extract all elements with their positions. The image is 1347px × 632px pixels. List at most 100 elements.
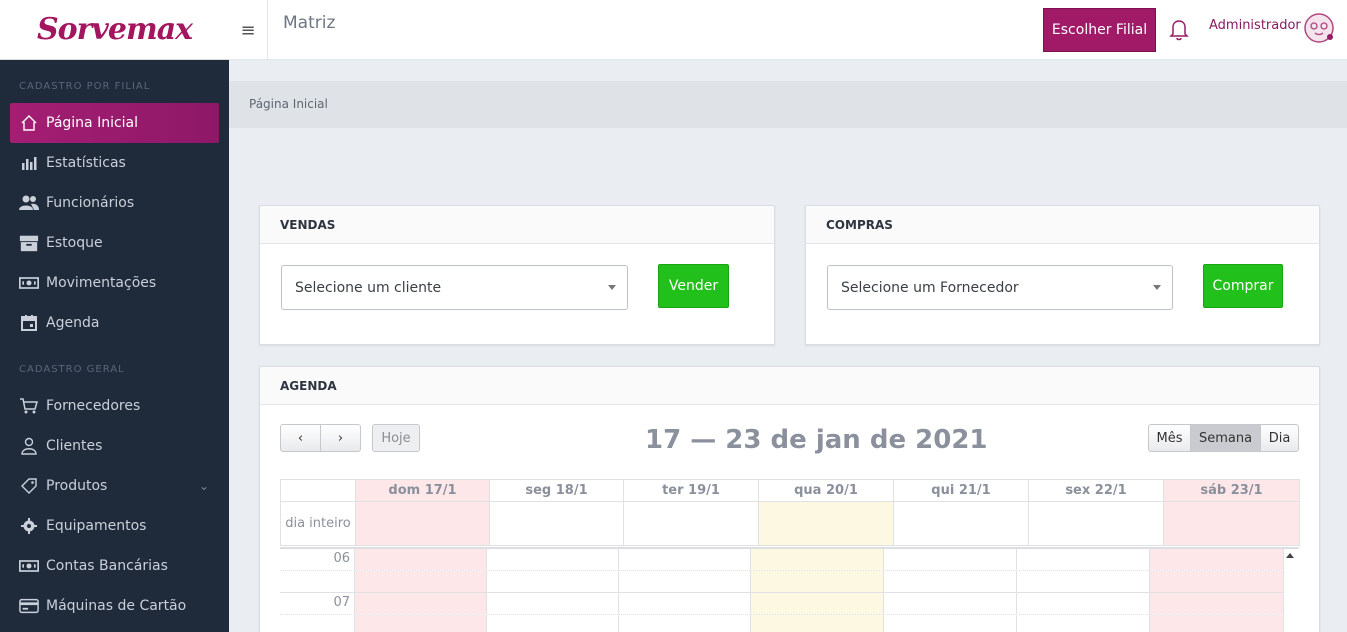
sidebar-item-label: Estoque	[46, 235, 103, 251]
today-button[interactable]: Hoje	[372, 424, 420, 452]
breadcrumb-item[interactable]: Página Inicial	[249, 97, 328, 111]
dropdown-caret-icon	[1153, 285, 1161, 290]
sidebar-item-statistics[interactable]: Estatísticas	[10, 143, 219, 183]
sidebar-section-general: CADASTRO GERAL	[19, 364, 125, 375]
sidebar-item-label: Fornecedores	[46, 398, 141, 414]
sidebar-item-label: Agenda	[46, 315, 100, 331]
sidebar-item-label: Máquinas de Cartão	[46, 598, 187, 614]
cart-icon	[19, 396, 39, 416]
topbar: ≡ Matriz Escolher Filial Administrador	[229, 0, 1347, 60]
sidebar-item-movements[interactable]: Movimentações	[10, 263, 219, 303]
time-slot-row[interactable]: 07	[280, 593, 1284, 615]
tag-icon	[19, 476, 39, 496]
day-header[interactable]: ter 19/1	[623, 479, 759, 502]
sidebar-item-label: Equipamentos	[46, 518, 147, 534]
sidebar-item-agenda[interactable]: Agenda	[10, 303, 219, 343]
time-slot-row[interactable]	[280, 571, 1284, 593]
day-header[interactable]: qui 21/1	[893, 479, 1029, 502]
bell-icon[interactable]	[1167, 16, 1191, 42]
all-day-cell[interactable]	[893, 501, 1029, 546]
sidebar-section-branch: CADASTRO POR FILIAL	[19, 81, 151, 92]
sidebar-item-bank-accounts[interactable]: Contas Bancárias	[10, 546, 219, 586]
view-switcher: Mês Semana Dia	[1148, 424, 1299, 452]
gear-icon	[19, 516, 39, 536]
purchases-card-title: COMPRAS	[806, 206, 1319, 244]
users-icon	[19, 193, 39, 213]
card-icon	[19, 596, 39, 616]
time-slot-row[interactable]: 06	[280, 549, 1284, 571]
all-day-cell[interactable]	[489, 501, 624, 546]
client-select[interactable]: Selecione um cliente	[281, 265, 628, 310]
all-day-label: dia inteiro	[280, 501, 356, 546]
view-week-button[interactable]: Semana	[1191, 424, 1261, 452]
user-icon	[19, 436, 39, 456]
sidebar-item-label: Clientes	[46, 438, 103, 454]
sidebar-item-label: Movimentações	[46, 275, 157, 291]
client-select-value: Selecione um cliente	[295, 279, 442, 296]
all-day-cell[interactable]	[1163, 501, 1300, 546]
supplier-select[interactable]: Selecione um Fornecedor	[827, 265, 1173, 310]
day-header[interactable]: sex 22/1	[1028, 479, 1164, 502]
breadcrumb: Página Inicial	[229, 81, 1347, 128]
sell-button[interactable]: Vender	[658, 264, 729, 308]
calendar-prev-next: ‹ ›	[280, 424, 361, 452]
page-title: Matriz	[283, 13, 336, 33]
all-day-cell[interactable]	[623, 501, 759, 546]
all-day-cell[interactable]	[355, 501, 490, 546]
all-day-cell[interactable]	[1028, 501, 1164, 546]
day-header[interactable]: seg 18/1	[489, 479, 624, 502]
user-name[interactable]: Administrador	[1209, 18, 1301, 33]
supplier-select-value: Selecione um Fornecedor	[841, 279, 1019, 296]
all-day-cell[interactable]	[758, 501, 894, 546]
time-slots[interactable]: 06 07	[280, 547, 1299, 632]
sales-card-title: VENDAS	[260, 206, 774, 244]
avatar[interactable]	[1303, 12, 1335, 44]
dropdown-caret-icon	[608, 285, 616, 290]
sidebar-item-card-machines[interactable]: Máquinas de Cartão	[10, 586, 219, 626]
box-icon	[19, 233, 39, 253]
sidebar-item-clients[interactable]: Clientes	[10, 426, 219, 466]
hour-label: 06	[280, 549, 355, 570]
sidebar-item-equipment[interactable]: Equipamentos	[10, 506, 219, 546]
calendar-range-title: 17 — 23 de jan de 2021	[645, 425, 988, 455]
sidebar-item-stock[interactable]: Estoque	[10, 223, 219, 263]
sidebar-item-suppliers[interactable]: Fornecedores	[10, 386, 219, 426]
view-day-button[interactable]: Dia	[1261, 424, 1299, 452]
sidebar-item-label: Funcionários	[46, 195, 135, 211]
scroll-up-icon[interactable]	[1286, 553, 1294, 558]
today-group: Hoje	[372, 424, 420, 452]
bar-chart-icon	[19, 153, 39, 173]
menu-toggle-icon[interactable]: ≡	[229, 0, 268, 60]
buy-button[interactable]: Comprar	[1203, 264, 1283, 308]
sidebar-item-label: Estatísticas	[46, 155, 126, 171]
hour-label: 07	[280, 593, 355, 614]
purchases-card: COMPRAS Selecione um Fornecedor Comprar	[805, 205, 1320, 345]
money-icon	[19, 556, 39, 576]
axis-corner	[280, 479, 356, 502]
week-calendar: dom 17/1 seg 18/1 ter 19/1 qua 20/1 qui …	[280, 479, 1300, 546]
prev-week-button[interactable]: ‹	[280, 424, 321, 452]
money-icon	[19, 273, 39, 293]
sidebar: Sorvemax CADASTRO POR FILIAL Página Inic…	[0, 0, 229, 632]
agenda-card: AGENDA ‹ › Hoje 17 — 23 de jan de 2021 M…	[259, 366, 1320, 632]
sales-card: VENDAS Selecione um cliente Vender	[259, 205, 775, 345]
day-header[interactable]: qua 20/1	[758, 479, 894, 502]
calendar-icon	[19, 313, 39, 333]
sidebar-item-products[interactable]: Produtos ⌄	[10, 466, 219, 506]
sidebar-item-employees[interactable]: Funcionários	[10, 183, 219, 223]
day-header[interactable]: dom 17/1	[355, 479, 490, 502]
agenda-card-title: AGENDA	[260, 367, 1319, 405]
time-slot-row[interactable]	[280, 615, 1284, 632]
sidebar-item-label: Contas Bancárias	[46, 558, 168, 574]
view-month-button[interactable]: Mês	[1148, 424, 1191, 452]
brand-logo: Sorvemax	[36, 12, 193, 47]
home-icon	[19, 113, 39, 133]
chevron-down-icon: ⌄	[198, 479, 209, 493]
day-header[interactable]: sáb 23/1	[1163, 479, 1300, 502]
logo-box[interactable]: Sorvemax	[0, 0, 229, 60]
sidebar-item-home[interactable]: Página Inicial	[10, 103, 219, 143]
sidebar-item-label: Página Inicial	[46, 115, 139, 131]
sidebar-item-label: Produtos	[46, 478, 108, 494]
choose-branch-button[interactable]: Escolher Filial	[1043, 8, 1156, 52]
next-week-button[interactable]: ›	[321, 424, 361, 452]
